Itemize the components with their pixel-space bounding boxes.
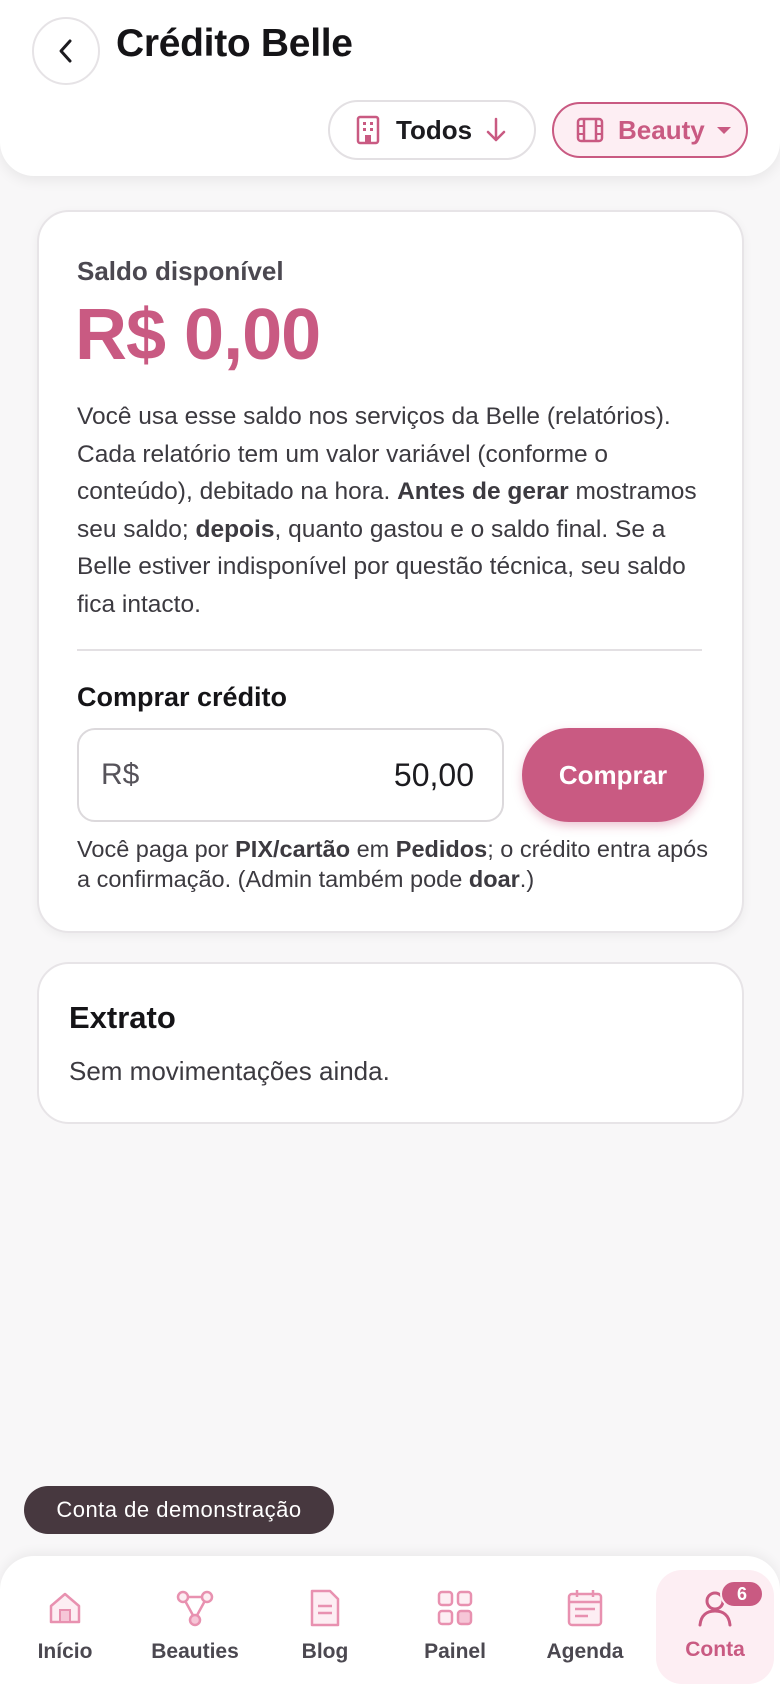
buy-button[interactable]: Comprar (522, 728, 704, 822)
notification-badge: 6 (720, 1580, 764, 1608)
nav-item-beauties[interactable]: Beauties (130, 1556, 260, 1688)
grid-icon (437, 1590, 473, 1626)
back-button[interactable] (32, 17, 100, 85)
statement-card: Extrato Sem movimentações ainda. (37, 962, 744, 1124)
nav-label-inicio: Início (37, 1640, 93, 1663)
home-icon (49, 1592, 81, 1624)
divider (77, 649, 702, 651)
nav-item-agenda[interactable]: Agenda (520, 1556, 650, 1688)
filter-beauty-dropdown[interactable]: Beauty (552, 102, 748, 158)
network-icon (176, 1590, 214, 1627)
balance-label: Saldo disponível (77, 256, 284, 286)
building-icon (356, 115, 380, 145)
top-header: Crédito Belle Todos Beauty (0, 0, 780, 176)
balance-description: Você usa esse saldo nos serviços da Bell… (77, 403, 697, 618)
nav-label-conta: Conta (685, 1638, 745, 1661)
balance-value: R$ 0,00 (75, 295, 321, 375)
nav-label-beauties: Beauties (151, 1640, 239, 1663)
statement-title: Extrato (69, 1000, 176, 1035)
buy-credit-title: Comprar crédito (77, 682, 288, 712)
nav-label-agenda: Agenda (546, 1640, 624, 1663)
statement-empty-text: Sem movimentações ainda. (69, 1056, 390, 1086)
nav-item-inicio[interactable]: Início (0, 1556, 130, 1688)
calendar-icon (567, 1590, 603, 1627)
bottom-navigation: Início Beauties Blog Painel Agenda Conta… (0, 1556, 780, 1688)
payment-note: Você paga por PIX/cartão em Pedidos; o c… (77, 836, 708, 892)
filter-todos-label: Todos (396, 114, 473, 145)
document-icon (310, 1589, 340, 1627)
nav-item-conta[interactable]: Conta 6 (656, 1570, 774, 1684)
filter-todos-button[interactable]: Todos (328, 100, 536, 160)
nav-item-painel[interactable]: Painel (390, 1556, 520, 1688)
amount-input[interactable]: R$ 50,00 (77, 728, 504, 822)
nav-label-painel: Painel (424, 1640, 486, 1663)
chevron-left-icon (59, 39, 72, 63)
film-icon (576, 117, 604, 143)
nav-label-blog: Blog (301, 1640, 349, 1663)
caret-down-icon (716, 126, 731, 134)
currency-prefix: R$ (101, 758, 140, 791)
amount-value: 50,00 (393, 756, 474, 793)
nav-item-blog[interactable]: Blog (260, 1556, 390, 1688)
filter-beauty-label: Beauty (618, 114, 705, 145)
demo-account-badge: Conta de demonstração (24, 1486, 334, 1534)
arrow-down-icon (486, 117, 506, 142)
page-title: Crédito Belle (116, 22, 353, 65)
balance-card: Saldo disponível R$ 0,00 Você usa esse s… (37, 210, 744, 933)
